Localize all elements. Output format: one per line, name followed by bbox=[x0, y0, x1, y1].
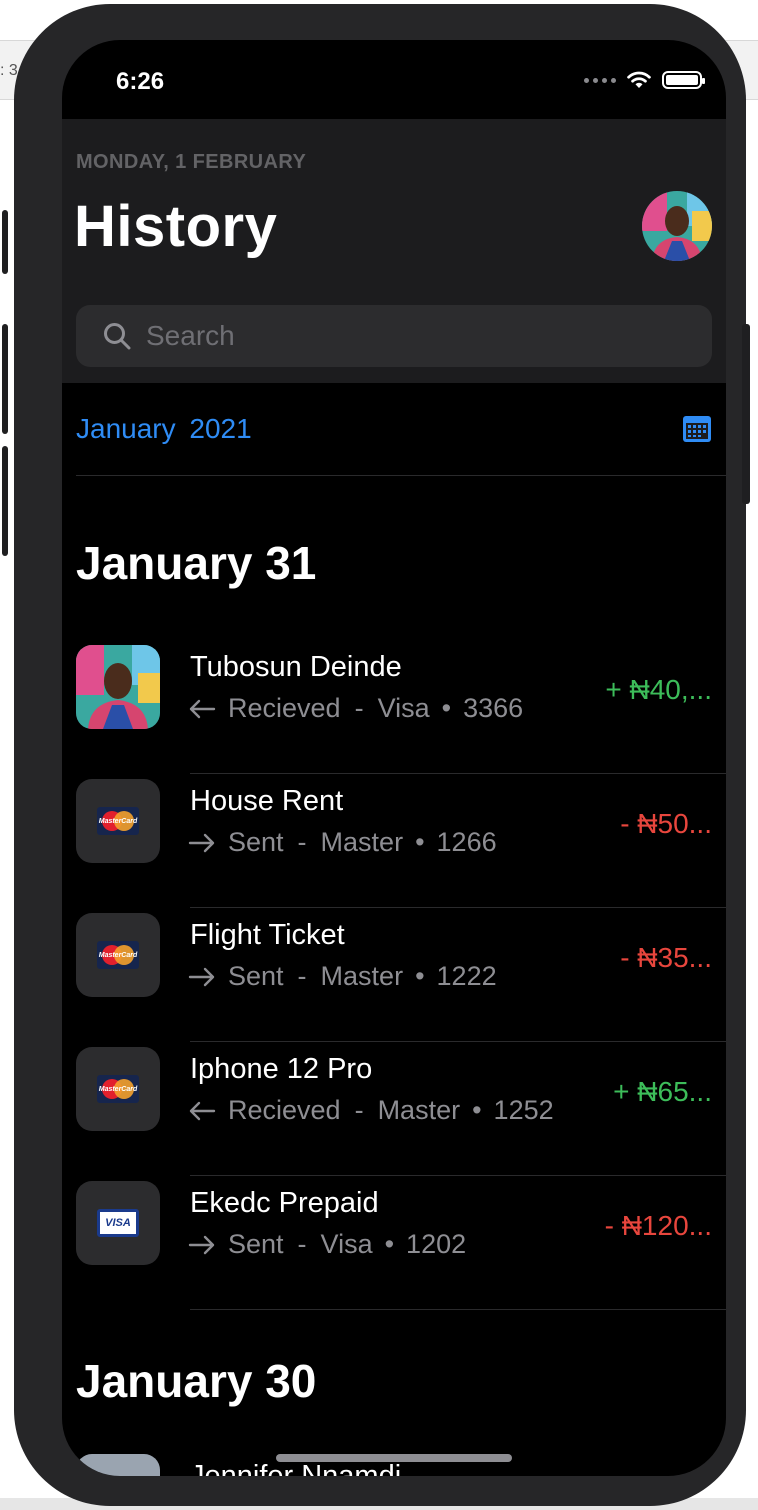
transaction-amount: - ₦50... bbox=[620, 808, 712, 839]
transaction-direction: Recieved bbox=[228, 1095, 341, 1125]
transaction-name: Ekedc Prepaid bbox=[190, 1187, 379, 1219]
arrow-right-icon bbox=[188, 967, 215, 986]
power-button bbox=[742, 324, 750, 504]
transaction-last4: 1252 bbox=[493, 1095, 554, 1125]
mastercard-icon: MasterCard bbox=[97, 1075, 139, 1103]
meta-dot: • bbox=[441, 693, 452, 723]
section-title: January 31 bbox=[76, 537, 317, 589]
transaction-card-thumb: VISA bbox=[76, 1181, 160, 1265]
backdrop-fragment-text: : 3 bbox=[0, 62, 18, 79]
meta-separator: - bbox=[297, 961, 307, 991]
transaction-row[interactable]: Tubosun Deinde Recieved - Visa • 3366 + … bbox=[62, 640, 726, 774]
meta-separator: - bbox=[354, 1095, 364, 1125]
meta-separator: - bbox=[354, 693, 364, 723]
month-label[interactable]: January 2021 bbox=[76, 413, 252, 445]
transaction-direction: Sent bbox=[228, 1229, 284, 1259]
device-notch bbox=[210, 40, 580, 94]
transaction-row[interactable]: MasterCard Iphone 12 Pro Recieved - Mast… bbox=[62, 1042, 726, 1176]
avatar-photo-icon bbox=[76, 645, 160, 729]
transaction-avatar-partial[interactable] bbox=[76, 1454, 160, 1476]
transaction-meta: Sent - Visa • 1202 bbox=[188, 1229, 466, 1260]
avatar-photo-icon bbox=[642, 191, 712, 261]
transaction-direction: Sent bbox=[228, 961, 284, 991]
battery-icon bbox=[662, 71, 705, 89]
meta-separator: - bbox=[297, 1229, 307, 1259]
month-filter[interactable]: January 2021 bbox=[76, 383, 726, 476]
transaction-list: Tubosun Deinde Recieved - Visa • 3366 + … bbox=[62, 640, 726, 1310]
transaction-row[interactable]: MasterCard House Rent Sent - Master • 12… bbox=[62, 774, 726, 908]
mastercard-icon: MasterCard bbox=[97, 807, 139, 835]
transaction-row[interactable]: VISA Ekedc Prepaid Sent - Visa • 1202 - … bbox=[62, 1176, 726, 1310]
status-time: 6:26 bbox=[116, 68, 165, 95]
header-date: MONDAY, 1 FEBRUARY bbox=[76, 151, 307, 173]
transaction-amount: - ₦35... bbox=[620, 942, 712, 973]
visa-icon: VISA bbox=[97, 1209, 139, 1237]
transaction-name: Tubosun Deinde bbox=[190, 651, 402, 683]
signal-icon bbox=[584, 77, 616, 83]
meta-separator: - bbox=[297, 827, 307, 857]
app-screen: 6:26 MONDAY, 1 FEBRUARY History Search J… bbox=[62, 40, 726, 1476]
transaction-last4: 1202 bbox=[406, 1229, 467, 1259]
transaction-meta: Sent - Master • 1222 bbox=[188, 961, 497, 992]
meta-dot: • bbox=[415, 961, 425, 991]
status-icons bbox=[584, 70, 705, 90]
phone-frame: 6:26 MONDAY, 1 FEBRUARY History Search J… bbox=[2, 4, 750, 1506]
transaction-direction: Recieved bbox=[228, 693, 341, 723]
transaction-avatar bbox=[76, 645, 160, 729]
transaction-meta: Recieved - Visa • 3366 bbox=[188, 693, 523, 724]
volume-down-button bbox=[2, 446, 8, 556]
search-icon bbox=[104, 323, 131, 350]
transaction-card: Visa bbox=[320, 1229, 373, 1259]
transaction-last4: 1266 bbox=[436, 827, 497, 857]
arrow-left-icon bbox=[189, 1101, 216, 1120]
transaction-card-thumb: MasterCard bbox=[76, 913, 160, 997]
transaction-last4: 3366 bbox=[463, 693, 524, 723]
transaction-card: Master bbox=[320, 827, 404, 857]
arrow-right-icon bbox=[188, 833, 215, 852]
transaction-card: Master bbox=[377, 1095, 461, 1125]
home-indicator[interactable] bbox=[276, 1454, 512, 1462]
meta-dot: • bbox=[384, 1229, 395, 1259]
transaction-meta: Sent - Master • 1266 bbox=[188, 827, 497, 858]
mastercard-icon: MasterCard bbox=[97, 941, 139, 969]
section-title: January 30 bbox=[76, 1355, 317, 1407]
wifi-icon bbox=[627, 71, 651, 88]
page-title: History bbox=[74, 194, 278, 259]
transaction-row[interactable]: MasterCard Flight Ticket Sent - Master •… bbox=[62, 908, 726, 1042]
transaction-amount: - ₦120... bbox=[604, 1210, 712, 1241]
transaction-amount: + ₦40,... bbox=[605, 674, 712, 705]
meta-dot: • bbox=[472, 1095, 482, 1125]
transaction-direction: Sent bbox=[228, 827, 284, 857]
header: MONDAY, 1 FEBRUARY History bbox=[62, 119, 726, 383]
transaction-card-thumb: MasterCard bbox=[76, 1047, 160, 1131]
transaction-meta: Recieved - Master • 1252 bbox=[188, 1095, 554, 1126]
meta-dot: • bbox=[415, 827, 425, 857]
transaction-card-thumb: MasterCard bbox=[76, 779, 160, 863]
calendar-icon[interactable] bbox=[682, 414, 712, 444]
transaction-card: Visa bbox=[377, 693, 430, 723]
arrow-right-icon bbox=[188, 1235, 215, 1254]
search-input[interactable] bbox=[146, 320, 666, 352]
transaction-name: House Rent bbox=[190, 785, 344, 817]
transaction-card: Master bbox=[320, 961, 404, 991]
volume-up-button bbox=[2, 324, 8, 434]
transaction-last4: 1222 bbox=[436, 961, 497, 991]
profile-avatar[interactable] bbox=[642, 191, 712, 261]
transaction-amount: + ₦65... bbox=[613, 1076, 712, 1107]
mute-switch bbox=[2, 210, 8, 274]
search-bar[interactable] bbox=[76, 305, 712, 367]
transaction-name: Iphone 12 Pro bbox=[190, 1053, 373, 1085]
transaction-name: Flight Ticket bbox=[190, 919, 345, 951]
arrow-left-icon bbox=[189, 699, 216, 718]
transaction-name-partial: Jennifer Nnamdi... bbox=[190, 1460, 426, 1476]
